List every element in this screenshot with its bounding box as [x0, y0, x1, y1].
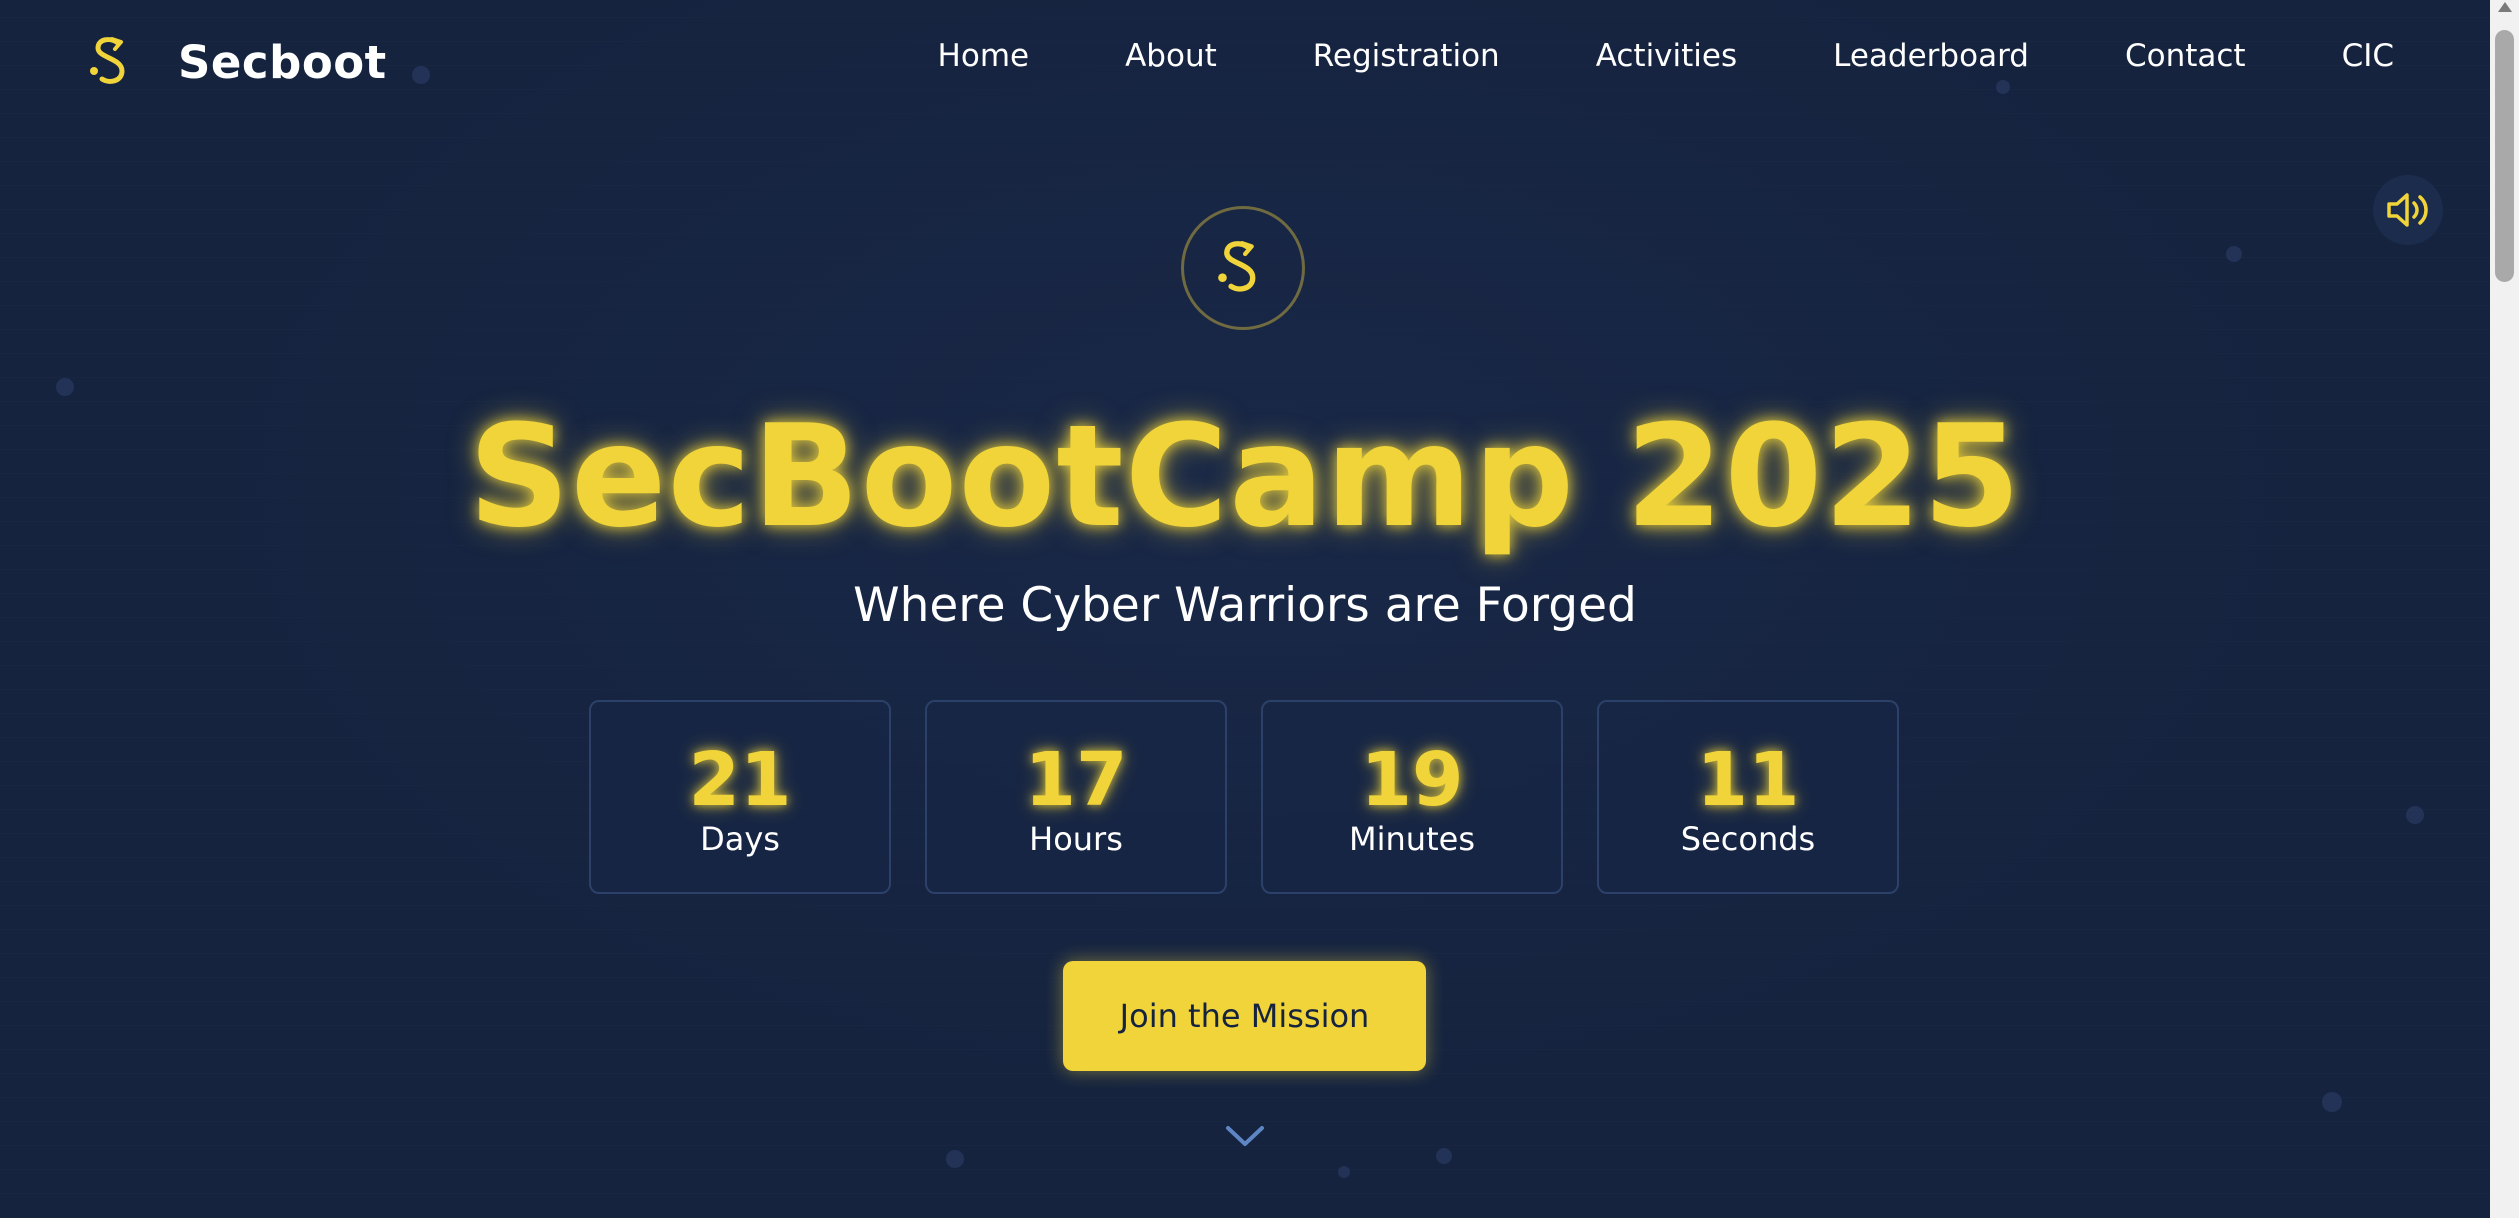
- background-dot: [1436, 1148, 1452, 1164]
- countdown-minutes: 19 Minutes: [1261, 700, 1563, 894]
- nav-link-registration[interactable]: Registration: [1313, 38, 1500, 74]
- nav-link-about[interactable]: About: [1125, 38, 1217, 74]
- countdown-value: 11: [1696, 737, 1800, 823]
- countdown-label: Minutes: [1349, 820, 1475, 858]
- brand-name: Secboot: [178, 35, 387, 89]
- countdown-hours: 17 Hours: [925, 700, 1227, 894]
- nav-link-cic[interactable]: CIC: [2342, 38, 2394, 74]
- sound-toggle-button[interactable]: [2373, 175, 2443, 245]
- secboot-s-logo-icon: [90, 37, 125, 84]
- top-navbar: Secboot Home About Registration Activiti…: [0, 0, 2490, 124]
- countdown-timer: 21 Days 17 Hours 19 Minutes 11 Seconds: [589, 700, 1899, 894]
- hero-title: SecBootCamp 2025: [468, 395, 2022, 559]
- background-dot: [2226, 246, 2242, 262]
- countdown-days: 21 Days: [589, 700, 891, 894]
- scrollbar-thumb[interactable]: [2495, 30, 2514, 282]
- background-dot: [2406, 806, 2424, 824]
- countdown-label: Seconds: [1680, 820, 1816, 858]
- page: Secboot Home About Registration Activiti…: [0, 0, 2519, 1218]
- background-dot: [1338, 1166, 1350, 1178]
- nav-link-activities[interactable]: Activities: [1596, 38, 1737, 74]
- countdown-label: Hours: [1029, 820, 1123, 858]
- nav-link-contact[interactable]: Contact: [2125, 38, 2246, 74]
- background-dot: [2322, 1092, 2342, 1112]
- nav-link-leaderboard[interactable]: Leaderboard: [1833, 38, 2029, 74]
- page-scrollbar[interactable]: [2490, 0, 2519, 1218]
- hero-subtitle: Where Cyber Warriors are Forged: [853, 578, 1637, 633]
- countdown-value: 17: [1024, 737, 1128, 823]
- countdown-seconds: 11 Seconds: [1597, 700, 1899, 894]
- background-dot: [946, 1150, 964, 1168]
- nav-link-home[interactable]: Home: [938, 38, 1030, 74]
- nav-links: Home About Registration Activities Leade…: [842, 38, 2394, 74]
- chevron-down-icon[interactable]: [1224, 1122, 1266, 1150]
- volume-icon: [2387, 193, 2428, 227]
- join-mission-button[interactable]: Join the Mission: [1063, 961, 1426, 1071]
- brand[interactable]: Secboot: [88, 30, 387, 94]
- secboot-s-logo-icon: [1218, 241, 1256, 292]
- countdown-label: Days: [700, 820, 780, 858]
- countdown-value: 19: [1360, 737, 1464, 823]
- countdown-value: 21: [688, 737, 792, 823]
- background-dot: [56, 378, 74, 396]
- hero-logo: [1181, 206, 1305, 330]
- scroll-up-arrow-icon[interactable]: [2498, 2, 2512, 12]
